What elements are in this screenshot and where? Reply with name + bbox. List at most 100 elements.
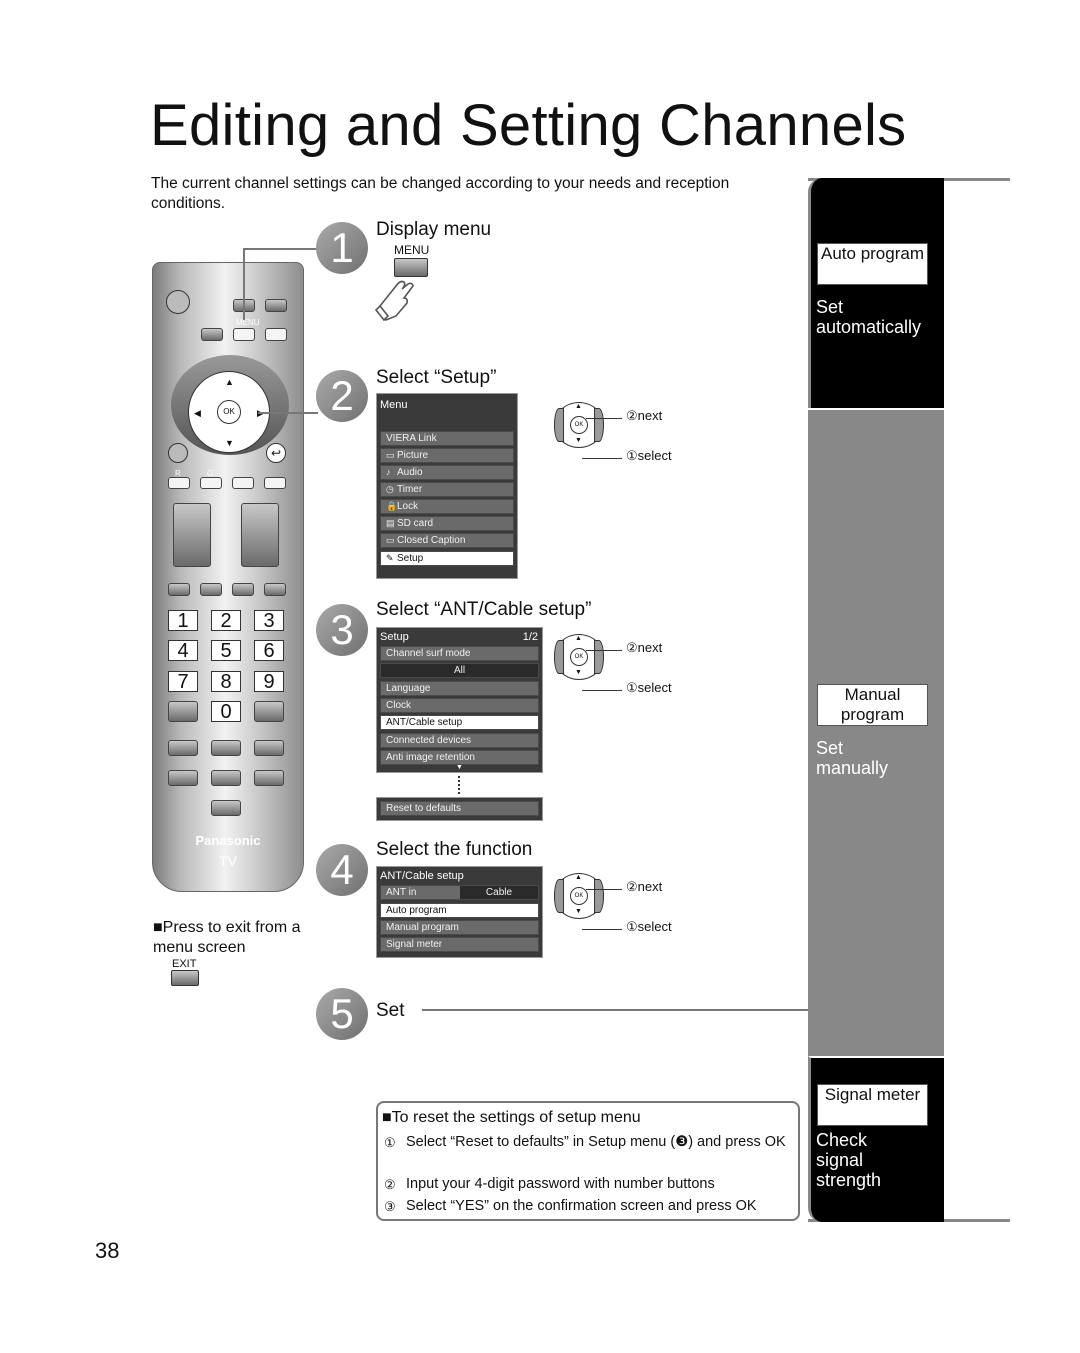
brand-logo: Panasonic bbox=[195, 833, 261, 848]
select-label: ①select bbox=[626, 680, 672, 695]
channel-rocker[interactable] bbox=[241, 503, 279, 567]
sidebar-section-manual bbox=[808, 408, 944, 1056]
exit-button-remote[interactable] bbox=[211, 800, 241, 816]
menu-item-audio[interactable]: ♪ Audio bbox=[380, 465, 514, 480]
exit-button[interactable] bbox=[171, 970, 199, 986]
blue-button[interactable] bbox=[264, 477, 286, 489]
step-4-title: Select the function bbox=[376, 839, 533, 860]
setup-value-all[interactable]: All bbox=[380, 663, 539, 678]
remote-button[interactable] bbox=[264, 583, 286, 596]
remote-button[interactable] bbox=[265, 328, 287, 341]
number-key-5[interactable]: 5 bbox=[211, 640, 241, 661]
next-label: ②next bbox=[626, 408, 663, 423]
continuation-dots bbox=[458, 776, 460, 794]
menu-item-viera-link[interactable]: VIERA Link bbox=[380, 431, 514, 446]
sidebar-desc-auto: Set automatically bbox=[816, 297, 922, 337]
left-arrow-icon[interactable]: ◀ bbox=[194, 408, 201, 418]
number-key-8[interactable]: 8 bbox=[211, 671, 241, 692]
remote-button[interactable] bbox=[168, 740, 198, 756]
ant-in-row[interactable]: ANT in Cable bbox=[380, 885, 539, 900]
sidebar-desc-manual: Set manually bbox=[816, 738, 889, 778]
remote-round-button[interactable] bbox=[168, 443, 188, 463]
page-title: Editing and Setting Channels bbox=[150, 93, 907, 158]
picture-icon: ▭ bbox=[386, 450, 395, 460]
remote-button[interactable] bbox=[254, 740, 284, 756]
sidebar-label-auto-program: Auto program bbox=[817, 243, 928, 285]
green-button[interactable] bbox=[200, 477, 222, 489]
audio-icon: ♪ bbox=[386, 467, 391, 477]
remote-button[interactable] bbox=[168, 701, 198, 722]
menu-item-lock[interactable]: 🔒Lock bbox=[380, 499, 514, 514]
up-arrow-icon: ▲ bbox=[575, 874, 582, 881]
step-badge-5: 5 bbox=[316, 988, 368, 1040]
setup-item-channel-surf-mode[interactable]: Channel surf mode bbox=[380, 646, 539, 661]
down-arrow-icon[interactable]: ▼ bbox=[225, 438, 234, 448]
red-button[interactable] bbox=[168, 477, 190, 489]
remote-button[interactable] bbox=[211, 740, 241, 756]
remote-button[interactable] bbox=[254, 701, 284, 722]
remote-button[interactable] bbox=[201, 328, 223, 341]
ok-button[interactable]: OK bbox=[217, 400, 241, 424]
up-arrow-icon[interactable]: ▲ bbox=[225, 377, 234, 387]
osd-setup-footer: Reset to defaults bbox=[376, 797, 543, 821]
remote-button[interactable] bbox=[200, 583, 222, 596]
number-key-1[interactable]: 1 bbox=[168, 610, 198, 631]
down-arrow-icon: ▼ bbox=[575, 437, 582, 444]
remote-button[interactable] bbox=[232, 583, 254, 596]
next-label: ②next bbox=[626, 879, 663, 894]
number-key-2[interactable]: 2 bbox=[211, 610, 241, 631]
menu-item-timer[interactable]: ◷ Timer bbox=[380, 482, 514, 497]
osd-page: 1/2 bbox=[522, 631, 538, 643]
number-key-6[interactable]: 6 bbox=[254, 640, 284, 661]
next-label: ②next bbox=[626, 640, 663, 655]
sd-card-icon: ▤ bbox=[386, 518, 395, 528]
setup-item-language[interactable]: Language bbox=[380, 681, 539, 696]
page-number: 38 bbox=[95, 1238, 120, 1263]
step-badge-2: 2 bbox=[316, 370, 368, 422]
ant-in-value[interactable]: Cable bbox=[460, 886, 538, 899]
up-arrow-icon: ▲ bbox=[575, 635, 582, 642]
yellow-button[interactable] bbox=[232, 477, 254, 489]
number-key-4[interactable]: 4 bbox=[168, 640, 198, 661]
return-icon[interactable]: ↩ bbox=[266, 443, 286, 463]
remote-button[interactable] bbox=[168, 770, 198, 786]
bullet-square-icon: ■ bbox=[382, 1109, 392, 1126]
number-key-0[interactable]: 0 bbox=[211, 701, 241, 722]
sidebar-desc-signal: Check signal strength bbox=[816, 1130, 882, 1190]
number-key-3[interactable]: 3 bbox=[254, 610, 284, 631]
nav-diagram: ▲ ▼ OK ②next ①select bbox=[546, 396, 676, 463]
osd-main-menu: Menu VIERA Link ▭ Picture ♪ Audio ◷ Timer 🔒… bbox=[376, 393, 518, 579]
power-button[interactable] bbox=[166, 290, 190, 314]
step-2-title: Select “Setup” bbox=[376, 367, 497, 388]
menu-button-remote[interactable] bbox=[233, 328, 255, 341]
volume-rocker[interactable] bbox=[173, 503, 211, 567]
menu-item-sd-card[interactable]: ▤ SD card bbox=[380, 516, 514, 531]
menu-item-picture[interactable]: ▭ Picture bbox=[380, 448, 514, 463]
remote-button[interactable] bbox=[265, 299, 287, 312]
remote-button[interactable] bbox=[211, 770, 241, 786]
nav-diagram: ▲ ▼ OK ②next ①select bbox=[546, 867, 676, 934]
number-key-9[interactable]: 9 bbox=[254, 671, 284, 692]
down-arrow-icon: ▼ bbox=[575, 908, 582, 915]
remote-button[interactable] bbox=[254, 770, 284, 786]
select-label: ①select bbox=[626, 919, 672, 934]
step-badge-3: 3 bbox=[316, 604, 368, 656]
setup-item-clock[interactable]: Clock bbox=[380, 698, 539, 713]
number-key-7[interactable]: 7 bbox=[168, 671, 198, 692]
menu-label: MENU bbox=[236, 318, 260, 327]
scroll-down-icon[interactable]: ▼ bbox=[377, 764, 542, 771]
set-connector-line bbox=[422, 1009, 810, 1011]
function-auto-program[interactable]: Auto program bbox=[380, 903, 539, 918]
menu-item-closed-caption[interactable]: ▭ Closed Caption bbox=[380, 533, 514, 548]
setup-item-ant-cable-setup[interactable]: ANT/Cable setup bbox=[380, 715, 539, 730]
setup-item-reset-to-defaults[interactable]: Reset to defaults bbox=[380, 801, 539, 816]
function-manual-program[interactable]: Manual program bbox=[380, 920, 539, 935]
step-badge-4: 4 bbox=[316, 844, 368, 896]
remote-button[interactable] bbox=[168, 583, 190, 596]
osd-header: Menu bbox=[380, 399, 408, 411]
setup-item-connected-devices[interactable]: Connected devices bbox=[380, 733, 539, 748]
menu-item-setup[interactable]: ✎ Setup bbox=[380, 551, 514, 566]
reset-settings-box: ■To reset the settings of setup menu ① Se… bbox=[376, 1101, 800, 1221]
setup-item-anti-image-retention[interactable]: Anti image retention bbox=[380, 750, 539, 765]
function-signal-meter[interactable]: Signal meter bbox=[380, 937, 539, 952]
